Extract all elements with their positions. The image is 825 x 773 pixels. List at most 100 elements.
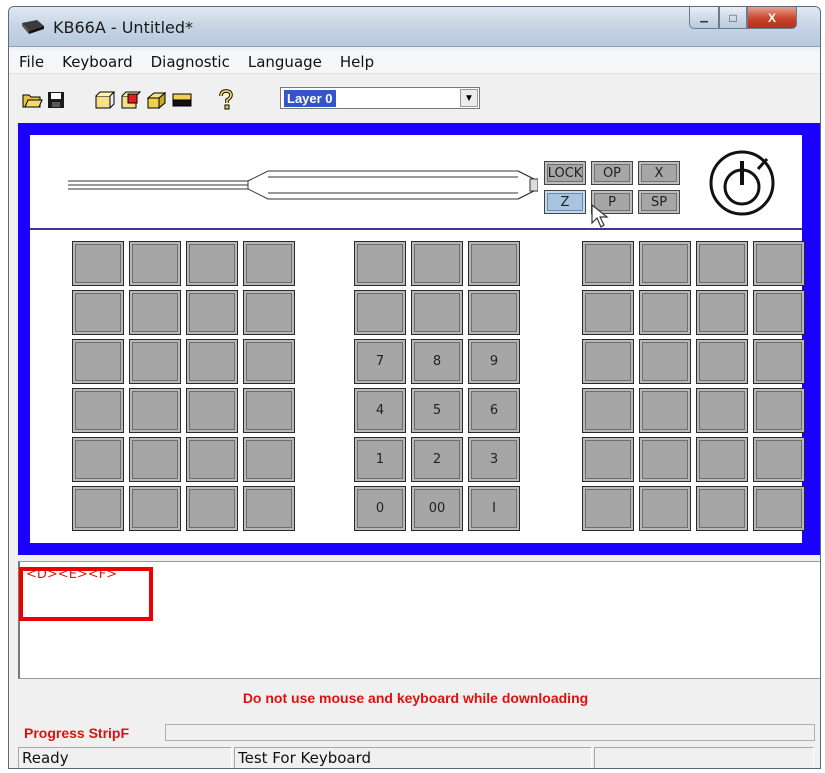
numpad-key-r6c2[interactable]: 00 (411, 486, 463, 531)
key-right-r4c2[interactable] (639, 388, 691, 433)
key-left-r5c3[interactable] (186, 437, 238, 482)
key-edit-icon[interactable] (119, 89, 141, 111)
key-left-r2c1[interactable] (72, 290, 124, 335)
menu-help[interactable]: Help (331, 53, 383, 71)
key-right-r4c1[interactable] (582, 388, 634, 433)
key-left-r1c4[interactable] (243, 241, 295, 286)
numpad-key-r4c2[interactable]: 5 (411, 388, 463, 433)
key-left-r1c2[interactable] (129, 241, 181, 286)
key-op[interactable]: OP (591, 161, 633, 185)
minimize-button[interactable]: ▁ (689, 7, 719, 29)
open-folder-icon[interactable] (21, 89, 43, 111)
key-right-r3c2[interactable] (639, 339, 691, 384)
key-left-r3c4[interactable] (243, 339, 295, 384)
numpad-key-r4c1[interactable]: 4 (354, 388, 406, 433)
numpad-key-r5c3[interactable]: 3 (468, 437, 520, 482)
mouse-pointer-icon (591, 203, 609, 228)
key-left-r2c3[interactable] (186, 290, 238, 335)
key-lock[interactable]: LOCK (544, 161, 586, 185)
numpad-key-r6c3[interactable]: I (468, 486, 520, 531)
key-right-r2c1[interactable] (582, 290, 634, 335)
key-right-r1c1[interactable] (582, 241, 634, 286)
chevron-down-icon[interactable]: ▼ (460, 89, 478, 107)
key-right-r2c3[interactable] (696, 290, 748, 335)
numpad-key-r5c2[interactable]: 2 (411, 437, 463, 482)
key-left-r3c1[interactable] (72, 339, 124, 384)
key-left-r5c4[interactable] (243, 437, 295, 482)
key-left-r2c2[interactable] (129, 290, 181, 335)
numpad-key-r3c1[interactable]: 7 (354, 339, 406, 384)
keyboard-divider (30, 228, 802, 230)
numpad-key-r5c1[interactable]: 1 (354, 437, 406, 482)
key-left-r2c4[interactable] (243, 290, 295, 335)
maximize-button[interactable]: □ (719, 7, 747, 29)
key-right-r6c2[interactable] (639, 486, 691, 531)
numpad-key-r6c1[interactable]: 0 (354, 486, 406, 531)
menu-keyboard[interactable]: Keyboard (53, 53, 142, 71)
status-bar: Ready Test For Keyboard (18, 746, 820, 768)
save-icon[interactable] (45, 89, 67, 111)
numpad-key-r3c3[interactable]: 9 (468, 339, 520, 384)
key-right-r2c2[interactable] (639, 290, 691, 335)
key-flat-icon[interactable] (171, 89, 193, 111)
key-left-r4c4[interactable] (243, 388, 295, 433)
key-left-r6c4[interactable] (243, 486, 295, 531)
numpad-key-r2c1[interactable] (354, 290, 406, 335)
key-left-r4c2[interactable] (129, 388, 181, 433)
key-right-r6c1[interactable] (582, 486, 634, 531)
numpad-key-r3c2[interactable]: 8 (411, 339, 463, 384)
key-3d-icon[interactable] (145, 89, 167, 111)
key-right-r5c4[interactable] (753, 437, 805, 482)
status-mode: Test For Keyboard (234, 747, 592, 768)
highlight-annotation-box (19, 567, 153, 621)
minimize-icon: ▁ (700, 12, 708, 23)
key-left-r5c2[interactable] (129, 437, 181, 482)
key-right-r6c4[interactable] (753, 486, 805, 531)
numpad-key-r1c2[interactable] (411, 241, 463, 286)
key-left-r1c1[interactable] (72, 241, 124, 286)
key-left-r6c3[interactable] (186, 486, 238, 531)
key-z[interactable]: Z (544, 190, 586, 214)
key-right-r5c1[interactable] (582, 437, 634, 482)
numpad-key-r1c1[interactable] (354, 241, 406, 286)
close-button[interactable]: X (747, 7, 797, 29)
key-right-r5c2[interactable] (639, 437, 691, 482)
key-left-r3c3[interactable] (186, 339, 238, 384)
progress-label: Progress StripF (24, 725, 130, 741)
numpad-key-r4c3[interactable]: 6 (468, 388, 520, 433)
menu-language[interactable]: Language (239, 53, 331, 71)
key-right-r2c4[interactable] (753, 290, 805, 335)
key-left-r1c3[interactable] (186, 241, 238, 286)
maximize-icon: □ (729, 10, 737, 25)
numpad-key-r2c2[interactable] (411, 290, 463, 335)
key-right-r1c3[interactable] (696, 241, 748, 286)
key-left-r3c2[interactable] (129, 339, 181, 384)
key-right-r4c4[interactable] (753, 388, 805, 433)
key-left-r4c1[interactable] (72, 388, 124, 433)
key-x[interactable]: X (638, 161, 680, 185)
numpad-key-r1c3[interactable] (468, 241, 520, 286)
key-right-r1c4[interactable] (753, 241, 805, 286)
help-icon[interactable] (215, 89, 237, 111)
key-right-r4c3[interactable] (696, 388, 748, 433)
key-left-r5c1[interactable] (72, 437, 124, 482)
key-left-r4c3[interactable] (186, 388, 238, 433)
key-sp[interactable]: SP (638, 190, 680, 214)
key-left-r6c1[interactable] (72, 486, 124, 531)
layer-select[interactable]: Layer 0 ▼ (280, 87, 480, 109)
menu-diagnostic[interactable]: Diagnostic (142, 53, 239, 71)
power-icon[interactable] (706, 147, 778, 219)
numpad-key-r2c3[interactable] (468, 290, 520, 335)
key-outline-icon[interactable] (93, 89, 115, 111)
key-left-r6c2[interactable] (129, 486, 181, 531)
key-right-r5c3[interactable] (696, 437, 748, 482)
close-icon: X (767, 10, 776, 25)
key-right-r6c3[interactable] (696, 486, 748, 531)
key-right-r1c2[interactable] (639, 241, 691, 286)
key-right-r3c4[interactable] (753, 339, 805, 384)
menu-file[interactable]: File (9, 53, 53, 71)
key-right-r3c1[interactable] (582, 339, 634, 384)
menu-bar: File Keyboard Diagnostic Language Help (9, 50, 820, 74)
key-right-r3c3[interactable] (696, 339, 748, 384)
title-bar[interactable]: KB66A - Untitled* ▁ □ X (9, 7, 820, 47)
